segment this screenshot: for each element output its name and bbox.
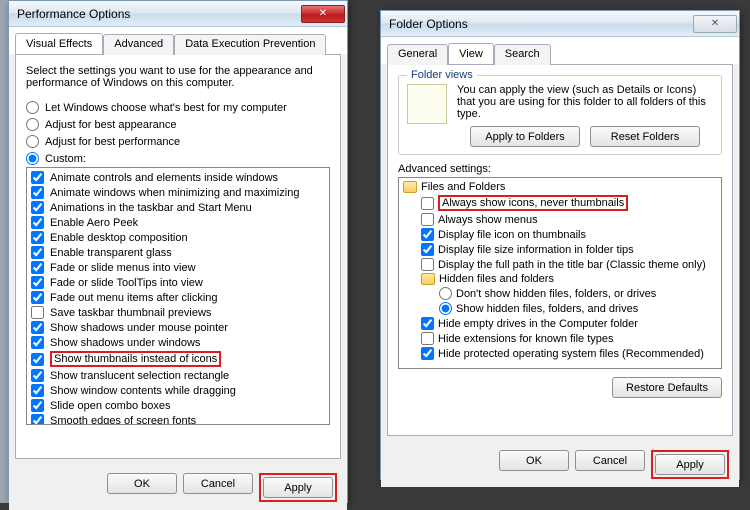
list-item[interactable]: Animations in the taskbar and Start Menu [29, 200, 327, 215]
reset-folders-button[interactable]: Reset Folders [590, 126, 700, 147]
apply-button[interactable]: Apply [655, 454, 725, 475]
tree-folder[interactable]: Hidden files and folders [403, 272, 719, 286]
tree-item[interactable]: Display file icon on thumbnails [403, 227, 719, 242]
list-item[interactable]: Show translucent selection rectangle [29, 368, 327, 383]
folder-icon [421, 273, 435, 285]
list-item[interactable]: Animate windows when minimizing and maxi… [29, 185, 327, 200]
tree-item[interactable]: Always show menus [403, 212, 719, 227]
list-item[interactable]: Show shadows under mouse pointer [29, 320, 327, 335]
folder-title: Folder Options [389, 17, 468, 31]
tab-visual-effects[interactable]: Visual Effects [15, 33, 103, 54]
list-item[interactable]: Enable Aero Peek [29, 215, 327, 230]
folder-buttons: OK Cancel Apply [381, 442, 739, 487]
tab-dep[interactable]: Data Execution Prevention [174, 34, 326, 55]
radio-best-appearance[interactable]: Adjust for best appearance [26, 116, 330, 133]
perf-tabs: Visual Effects Advanced Data Execution P… [9, 27, 347, 54]
folder-icon [403, 181, 417, 193]
list-item[interactable]: Smooth edges of screen fonts [29, 413, 327, 425]
apply-to-folders-button[interactable]: Apply to Folders [470, 126, 580, 147]
folder-views-group: Folder views You can apply the view (suc… [398, 75, 722, 155]
tree-item[interactable]: Hide empty drives in the Computer folder [403, 316, 719, 331]
tab-search[interactable]: Search [494, 44, 551, 65]
tab-view[interactable]: View [448, 43, 494, 64]
radio-custom[interactable]: Custom: [26, 150, 330, 167]
folder-tabs: General View Search [381, 37, 739, 64]
advanced-settings-tree[interactable]: Files and FoldersAlways show icons, neve… [398, 177, 722, 369]
restore-defaults-button[interactable]: Restore Defaults [612, 377, 722, 398]
list-item[interactable]: Show window contents while dragging [29, 383, 327, 398]
tab-advanced[interactable]: Advanced [103, 34, 174, 55]
close-icon[interactable]: ✕ [301, 5, 345, 23]
list-item[interactable]: Fade or slide menus into view [29, 260, 327, 275]
list-item[interactable]: Slide open combo boxes [29, 398, 327, 413]
advanced-settings-label: Advanced settings: [398, 163, 722, 175]
perf-title: Performance Options [17, 7, 130, 21]
folder-views-text: You can apply the view (such as Details … [457, 84, 713, 120]
perf-intro: Select the settings you want to use for … [26, 65, 330, 89]
perf-buttons: OK Cancel Apply [9, 465, 347, 510]
tree-folder[interactable]: Files and Folders [403, 180, 719, 194]
tree-item[interactable]: Display the full path in the title bar (… [403, 257, 719, 272]
ok-button[interactable]: OK [107, 473, 177, 494]
tree-item[interactable]: Display file size information in folder … [403, 242, 719, 257]
apply-button[interactable]: Apply [263, 477, 333, 498]
perf-tab-body: Select the settings you want to use for … [15, 54, 341, 459]
list-item[interactable]: Animate controls and elements inside win… [29, 170, 327, 185]
tree-item[interactable]: Don't show hidden files, folders, or dri… [403, 286, 719, 301]
cancel-button[interactable]: Cancel [575, 450, 645, 471]
radio-best-performance[interactable]: Adjust for best performance [26, 133, 330, 150]
perf-titlebar[interactable]: Performance Options ✕ [9, 1, 347, 27]
cancel-button[interactable]: Cancel [183, 473, 253, 494]
folder-views-icon [407, 84, 447, 124]
radio-auto[interactable]: Let Windows choose what's best for my co… [26, 99, 330, 116]
list-item[interactable]: Enable transparent glass [29, 245, 327, 260]
list-item[interactable]: Fade out menu items after clicking [29, 290, 327, 305]
list-item[interactable]: Fade or slide ToolTips into view [29, 275, 327, 290]
list-item[interactable]: Enable desktop composition [29, 230, 327, 245]
tab-general[interactable]: General [387, 44, 448, 65]
folder-tab-body: Folder views You can apply the view (suc… [387, 64, 733, 436]
list-item[interactable]: Show shadows under windows [29, 335, 327, 350]
performance-options-dialog: Performance Options ✕ Visual Effects Adv… [8, 0, 348, 503]
close-icon[interactable]: ✕ [693, 15, 737, 33]
perf-options-list[interactable]: Animate controls and elements inside win… [26, 167, 330, 425]
tree-item[interactable]: Hide protected operating system files (R… [403, 346, 719, 361]
list-item[interactable]: Save taskbar thumbnail previews [29, 305, 327, 320]
list-item[interactable]: Show thumbnails instead of icons [29, 350, 327, 368]
folder-options-dialog: Folder Options ✕ General View Search Fol… [380, 10, 740, 480]
folder-titlebar[interactable]: Folder Options ✕ [381, 11, 739, 37]
folder-views-legend: Folder views [407, 69, 477, 81]
tree-item[interactable]: Always show icons, never thumbnails [403, 194, 719, 212]
ok-button[interactable]: OK [499, 450, 569, 471]
tree-item[interactable]: Show hidden files, folders, and drives [403, 301, 719, 316]
tree-item[interactable]: Hide extensions for known file types [403, 331, 719, 346]
